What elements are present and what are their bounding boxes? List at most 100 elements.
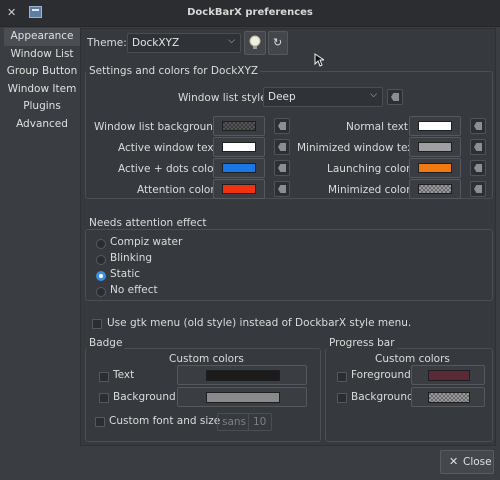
badge-text-label: Text <box>113 369 135 381</box>
compiz-water-label: Compiz water <box>110 236 183 248</box>
attention-title: Needs attention effect <box>87 217 209 229</box>
launching-color-button[interactable] <box>409 158 461 178</box>
theme-select[interactable]: DockXYZ ⌵ <box>127 33 241 53</box>
normal-text-color-button[interactable] <box>409 116 461 136</box>
color-swatch <box>222 121 256 131</box>
badge-custom-font-label: Custom font and size <box>109 415 221 427</box>
progress-foreground-color-button[interactable] <box>411 365 485 385</box>
color-swatch <box>418 121 452 131</box>
clear-icon <box>474 122 482 130</box>
minimized-window-text-color-button[interactable] <box>409 137 461 157</box>
theme-reload-button[interactable]: ↻ <box>268 31 288 55</box>
progress-background-color-button[interactable] <box>411 387 485 407</box>
window-title: DockBarX preferences <box>187 7 313 18</box>
sidebar-item-group-button[interactable]: Group Button <box>4 63 80 81</box>
clear-icon <box>278 164 286 172</box>
mouse-cursor-icon <box>314 53 324 67</box>
window-list-style-select[interactable]: Deep ⌵ <box>263 87 383 107</box>
close-button-label: Close <box>463 456 492 468</box>
badge-font-name: sans <box>222 416 247 428</box>
minimized-color-label: Minimized color <box>328 184 411 196</box>
close-icon: ✕ <box>449 455 459 468</box>
attention-color-button[interactable] <box>213 179 265 199</box>
static-label: Static <box>110 268 141 280</box>
theme-label: Theme: <box>87 37 127 49</box>
badge-title: Badge <box>87 337 125 349</box>
badge-custom-font-checkbox[interactable] <box>95 417 105 427</box>
window-list-style-label: Window list style: <box>178 92 271 104</box>
color-swatch <box>222 184 256 194</box>
badge-text-checkbox[interactable] <box>99 372 109 382</box>
close-button[interactable]: ✕ Close <box>440 450 494 474</box>
badge-background-color-button[interactable] <box>177 387 307 407</box>
color-swatch <box>222 142 256 152</box>
theme-info-button[interactable] <box>244 31 266 55</box>
active-window-text-color-button[interactable] <box>213 137 265 157</box>
no-effect-label: No effect <box>110 284 158 296</box>
minimized-color-button[interactable] <box>409 179 461 199</box>
active-dots-color-button[interactable] <box>213 158 265 178</box>
clear-icon <box>278 122 286 130</box>
attention-color-label: Attention color <box>137 184 215 196</box>
font-divider <box>248 414 249 430</box>
theme-value: DockXYZ <box>132 37 180 49</box>
chevron-down-icon: ⌵ <box>228 36 235 46</box>
sidebar-item-window-item[interactable]: Window Item <box>4 81 80 99</box>
radio-no-effect[interactable] <box>96 287 106 297</box>
clear-minimized-window-text-button[interactable] <box>470 139 486 155</box>
clear-minimized-color-button[interactable] <box>470 181 486 197</box>
sidebar-item-appearance[interactable]: Appearance <box>4 28 80 46</box>
progress-foreground-checkbox[interactable] <box>337 372 347 382</box>
progress-foreground-label: Foreground <box>351 369 411 381</box>
radio-static[interactable] <box>96 271 106 281</box>
clear-window-list-background-button[interactable] <box>274 118 290 134</box>
clear-icon <box>474 143 482 151</box>
clear-icon <box>278 143 286 151</box>
badge-text-color-button[interactable] <box>177 365 307 385</box>
color-swatch <box>428 370 470 381</box>
clear-active-dots-button[interactable] <box>274 160 290 176</box>
progress-custom-colors-label: Custom colors <box>375 353 450 365</box>
color-swatch <box>222 163 256 173</box>
badge-custom-colors-label: Custom colors <box>169 353 244 365</box>
window-list-background-label: Window list background <box>94 121 220 133</box>
blinking-label: Blinking <box>110 252 153 264</box>
badge-font-button[interactable]: sans 10 <box>217 413 272 431</box>
badge-background-checkbox[interactable] <box>99 393 109 403</box>
clear-active-window-text-button[interactable] <box>274 139 290 155</box>
settings-title: Settings and colors for DockXYZ <box>87 65 261 77</box>
color-swatch <box>206 392 280 403</box>
chevron-down-icon: ⌵ <box>370 90 377 100</box>
clear-launching-color-button[interactable] <box>470 160 486 176</box>
clear-attention-color-button[interactable] <box>274 181 290 197</box>
progress-background-label: Background <box>351 391 414 403</box>
active-window-text-label: Active window text <box>118 142 218 154</box>
normal-text-label: Normal text <box>346 121 409 133</box>
gtk-menu-checkbox[interactable] <box>92 319 102 329</box>
active-dots-color-label: Active + dots color <box>118 163 218 175</box>
title-bar: ✕ DockBarX preferences <box>0 0 500 27</box>
minimized-window-text-label: Minimized window text <box>297 142 418 154</box>
sidebar-item-plugins[interactable]: Plugins <box>4 98 80 116</box>
launching-color-label: Launching color <box>327 163 411 175</box>
radio-blinking[interactable] <box>96 255 106 265</box>
progress-background-checkbox[interactable] <box>337 393 347 403</box>
badge-background-label: Background <box>113 391 176 403</box>
color-swatch <box>428 392 470 403</box>
clear-style-button[interactable] <box>387 89 403 105</box>
sidebar-item-advanced[interactable]: Advanced <box>4 116 80 134</box>
badge-font-size: 10 <box>253 416 267 428</box>
lightbulb-icon <box>249 35 261 49</box>
sidebar: Appearance Window List Group Button Wind… <box>4 28 80 134</box>
progress-title: Progress bar <box>327 337 397 349</box>
reload-icon: ↻ <box>273 36 283 49</box>
window-list-background-color-button[interactable] <box>213 116 265 136</box>
gtk-menu-label: Use gtk menu (old style) instead of Dock… <box>107 317 412 329</box>
radio-compiz-water[interactable] <box>96 239 106 249</box>
sidebar-item-window-list[interactable]: Window List <box>4 46 80 64</box>
color-swatch <box>418 142 452 152</box>
clear-icon <box>474 164 482 172</box>
content-panel: Theme: DockXYZ ⌵ ↻ Settings and colors f… <box>80 28 496 446</box>
clear-normal-text-button[interactable] <box>470 118 486 134</box>
color-swatch <box>206 370 280 381</box>
